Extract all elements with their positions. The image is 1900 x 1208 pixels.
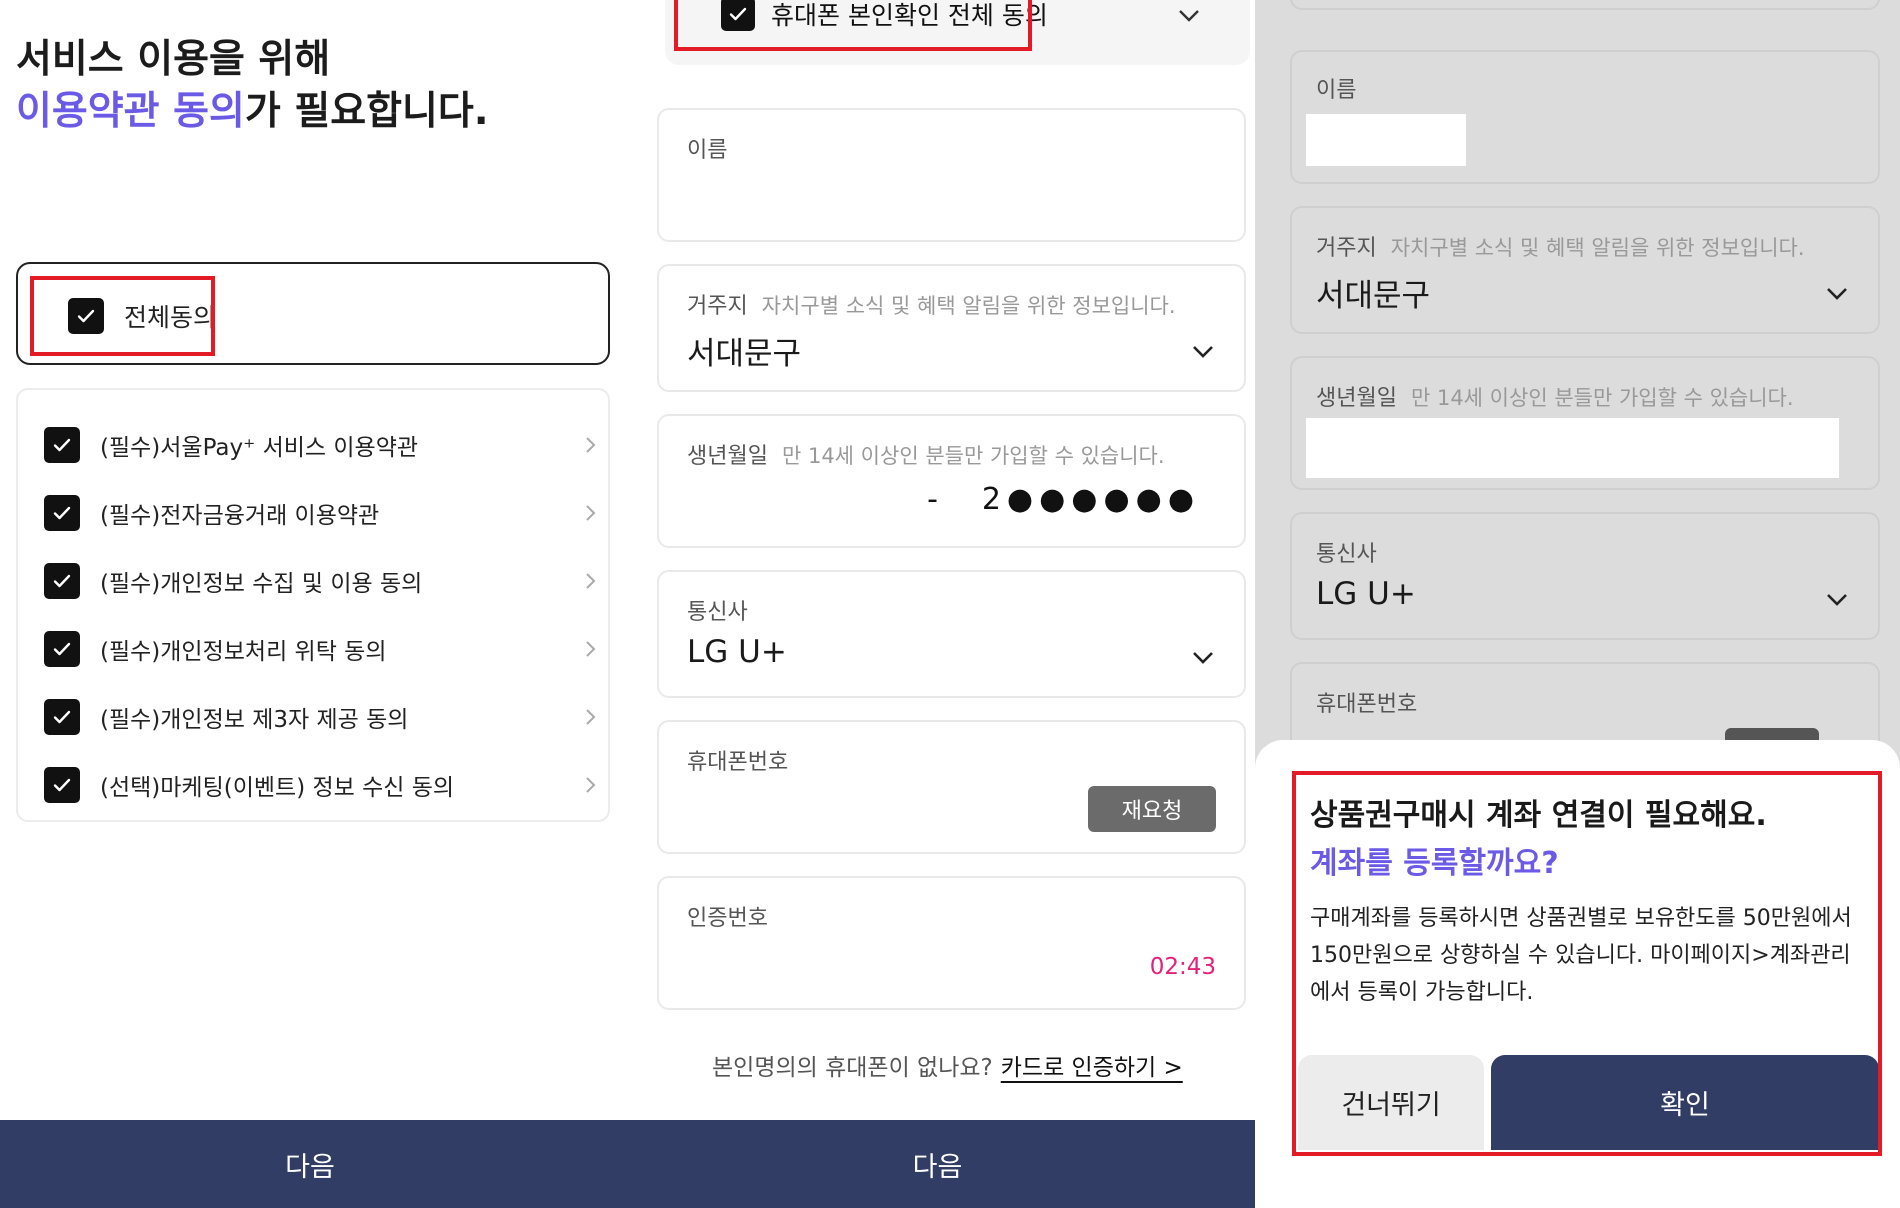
chevron-right-icon[interactable] bbox=[580, 639, 600, 659]
checkbox-checked-icon[interactable] bbox=[44, 699, 80, 735]
terms-item-privacy-consign[interactable]: (필수)개인정보처리 위탁 동의 bbox=[44, 629, 600, 669]
highlight-box bbox=[1292, 771, 1882, 1156]
card-auth-link[interactable]: 카드로 인증하기 > bbox=[1001, 1055, 1183, 1081]
terms-item-label: (선택)마케팅(이벤트) 정보 수신 동의 bbox=[100, 775, 455, 801]
terms-item-label: (필수)전자금융거래 이용약관 bbox=[100, 503, 380, 529]
terms-item-privacy-collect[interactable]: (필수)개인정보 수집 및 이용 동의 bbox=[44, 561, 600, 601]
chevron-right-icon[interactable] bbox=[580, 775, 600, 795]
carrier-field: 통신사 LG U+ bbox=[1290, 512, 1880, 640]
birth-hint: 만 14세 이상인 분들만 가입할 수 있습니다. bbox=[1410, 386, 1794, 410]
birth-label-text: 생년월일 bbox=[687, 444, 768, 469]
birth-hint: 만 14세 이상인 분들만 가입할 수 있습니다. bbox=[781, 444, 1165, 468]
chevron-down-icon[interactable] bbox=[1190, 338, 1216, 364]
highlight-box bbox=[674, 0, 1032, 51]
checkbox-checked-icon[interactable] bbox=[44, 563, 80, 599]
terms-item-label: (필수)서울Pay⁺ 서비스 이용약관 bbox=[100, 435, 419, 461]
birth-dash: - bbox=[927, 482, 944, 517]
terms-list: (필수)서울Pay⁺ 서비스 이용약관 (필수)전자금융거래 이용약관 (필수)… bbox=[16, 388, 610, 822]
chevron-down-icon bbox=[1827, 288, 1847, 300]
chevron-down-icon bbox=[1827, 594, 1847, 606]
title-line2: 이용약관 동의가 필요합니다. bbox=[16, 86, 489, 138]
name-label: 이름 bbox=[687, 138, 728, 163]
birth-label-text: 생년월일 bbox=[1316, 386, 1397, 411]
next-button[interactable]: 다음 bbox=[0, 1120, 620, 1208]
address-label: 거주지 자치구별 소식 및 혜택 알림을 위한 정보입니다. bbox=[1316, 230, 1805, 262]
terms-item-third-party[interactable]: (필수)개인정보 제3자 제공 동의 bbox=[44, 697, 600, 737]
phone-verification-screen: 휴대폰 본인확인 전체 동의 이름 거주지 자치구별 소식 및 혜택 알림을 위한… bbox=[620, 0, 1255, 1208]
address-field[interactable]: 거주지 자치구별 소식 및 혜택 알림을 위한 정보입니다. 서대문구 bbox=[657, 264, 1246, 392]
name-label: 이름 bbox=[1316, 78, 1357, 103]
top-card-edge bbox=[1290, 0, 1880, 10]
checkbox-checked-icon[interactable] bbox=[44, 767, 80, 803]
verification-code-field[interactable]: 인증번호 02:43 bbox=[657, 876, 1246, 1010]
highlight-box bbox=[30, 276, 215, 356]
address-value: 서대문구 bbox=[1316, 278, 1431, 314]
chevron-down-icon[interactable] bbox=[1176, 2, 1202, 28]
carrier-label: 통신사 bbox=[687, 600, 748, 625]
title-accent: 이용약관 동의 bbox=[16, 89, 245, 134]
phone-label: 휴대폰번호 bbox=[1316, 692, 1418, 717]
no-phone-row: 본인명의의 휴대폰이 없나요? 카드로 인증하기 > bbox=[712, 1048, 1183, 1082]
chevron-right-icon[interactable] bbox=[580, 707, 600, 727]
terms-item-label: (필수)개인정보처리 위탁 동의 bbox=[100, 639, 387, 665]
title-rest: 가 필요합니다. bbox=[244, 89, 489, 134]
address-label-text: 거주지 bbox=[1316, 236, 1377, 261]
phone-label: 휴대폰번호 bbox=[687, 750, 789, 775]
account-link-screen: 이름 거주지 자치구별 소식 및 혜택 알림을 위한 정보입니다. 서대문구 생년… bbox=[1255, 0, 1900, 1208]
next-button[interactable]: 다음 bbox=[620, 1120, 1255, 1208]
birthdate-field: 생년월일 만 14세 이상인 분들만 가입할 수 있습니다. bbox=[1290, 356, 1880, 490]
name-field: 이름 bbox=[1290, 50, 1880, 184]
birth-label: 생년월일 만 14세 이상인 분들만 가입할 수 있습니다. bbox=[687, 438, 1165, 470]
terms-item-label: (필수)개인정보 수집 및 이용 동의 bbox=[100, 571, 423, 597]
birthdate-field[interactable]: 생년월일 만 14세 이상인 분들만 가입할 수 있습니다. - 2●●●●●● bbox=[657, 414, 1246, 548]
terms-item-efinance[interactable]: (필수)전자금융거래 이용약관 bbox=[44, 493, 600, 533]
name-field[interactable]: 이름 bbox=[657, 108, 1246, 242]
birth-label: 생년월일 만 14세 이상인 분들만 가입할 수 있습니다. bbox=[1316, 380, 1794, 412]
phone-number-field[interactable]: 휴대폰번호 재요청 bbox=[657, 720, 1246, 854]
resend-button[interactable]: 재요청 bbox=[1088, 786, 1216, 832]
carrier-field[interactable]: 통신사 LG U+ bbox=[657, 570, 1246, 698]
terms-item-seoulpay[interactable]: (필수)서울Pay⁺ 서비스 이용약관 bbox=[44, 425, 600, 465]
address-label: 거주지 자치구별 소식 및 혜택 알림을 위한 정보입니다. bbox=[687, 288, 1176, 320]
chevron-right-icon[interactable] bbox=[580, 503, 600, 523]
address-hint: 자치구별 소식 및 혜택 알림을 위한 정보입니다. bbox=[1390, 236, 1805, 260]
no-phone-text: 본인명의의 휴대폰이 없나요? bbox=[712, 1055, 993, 1081]
address-hint: 자치구별 소식 및 혜택 알림을 위한 정보입니다. bbox=[761, 294, 1176, 318]
carrier-value: LG U+ bbox=[1316, 576, 1416, 612]
terms-agreement-screen: 서비스 이용을 위해 이용약관 동의가 필요합니다. 전체동의 (필수)서울Pa… bbox=[0, 0, 620, 1208]
name-value-box bbox=[1306, 114, 1466, 166]
code-label: 인증번호 bbox=[687, 906, 768, 931]
carrier-label: 통신사 bbox=[1316, 542, 1377, 567]
checkbox-checked-icon[interactable] bbox=[44, 427, 80, 463]
address-value: 서대문구 bbox=[687, 336, 802, 372]
checkbox-checked-icon[interactable] bbox=[44, 631, 80, 667]
chevron-right-icon[interactable] bbox=[580, 435, 600, 455]
carrier-value: LG U+ bbox=[687, 634, 787, 670]
address-label-text: 거주지 bbox=[687, 294, 748, 319]
title-line1: 서비스 이용을 위해 bbox=[16, 37, 331, 82]
birth-masked-value: 2●●●●●● bbox=[981, 482, 1200, 517]
terms-item-label: (필수)개인정보 제3자 제공 동의 bbox=[100, 707, 409, 733]
birth-value-box bbox=[1306, 418, 1839, 478]
countdown-timer: 02:43 bbox=[1149, 954, 1216, 980]
address-field: 거주지 자치구별 소식 및 혜택 알림을 위한 정보입니다. 서대문구 bbox=[1290, 206, 1880, 334]
page-title: 서비스 이용을 위해 이용약관 동의가 필요합니다. bbox=[16, 34, 489, 138]
chevron-right-icon[interactable] bbox=[580, 571, 600, 591]
chevron-down-icon[interactable] bbox=[1190, 644, 1216, 670]
account-link-modal: 상품권구매시 계좌 연결이 필요해요. 계좌를 등록할까요? 구매계좌를 등록하… bbox=[1255, 740, 1900, 1208]
terms-item-marketing[interactable]: (선택)마케팅(이벤트) 정보 수신 동의 bbox=[44, 765, 600, 805]
checkbox-checked-icon[interactable] bbox=[44, 495, 80, 531]
